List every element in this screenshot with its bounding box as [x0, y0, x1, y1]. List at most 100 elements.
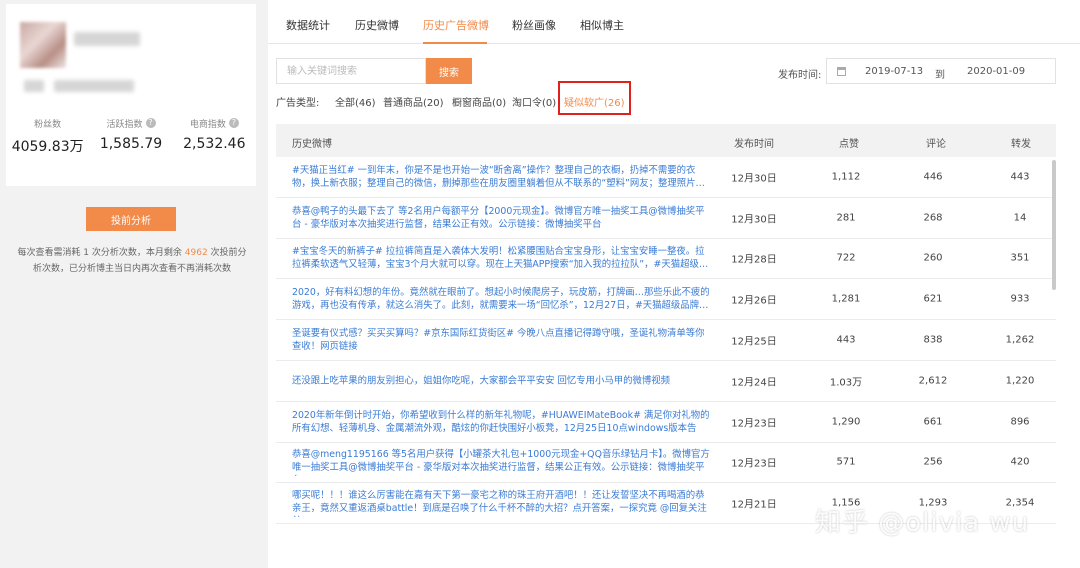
tab-data-stats[interactable]: 数据统计 [286, 17, 330, 33]
stat-label: 活跃指数 [106, 119, 143, 130]
publish-date: 12月26日 [731, 295, 777, 307]
column-header[interactable]: 转发 [1011, 135, 1031, 150]
tab-history-weibo[interactable]: 历史微博 [355, 17, 399, 33]
publish-date: 12月30日 [731, 173, 777, 185]
publish-date: 12月30日 [731, 214, 777, 226]
table-row[interactable]: 2020，好有料幻想的年份。竟然就在眼前了。想起小时候爬房子，玩皮筋，打牌画…那… [276, 279, 1056, 321]
comments-count: 621 [923, 293, 943, 305]
comments-count: 838 [923, 334, 943, 346]
likes-count: 281 [836, 212, 856, 224]
stat-value: 4059.83万 [11, 139, 84, 155]
ad-weibo-table: 历史微博 发布时间 点赞 评论 转发 #天猫正当红# 一到年末，你是不是也开始一… [276, 124, 1056, 525]
blurred-bio [24, 80, 44, 92]
weibo-text-link[interactable]: 还没跟上吃苹果的朋友别担心，姐姐你吃呢，大家都会平平安安 回忆专用小马甲的微博视… [292, 374, 712, 387]
stat-followers: 粉丝数 4059.83万 [6, 116, 89, 156]
likes-count: 722 [836, 252, 856, 264]
weibo-text-link[interactable]: #宝宝冬天的新裤子# 拉拉裤简直是入袭体大发明！松紧腰围贴合宝宝身形，让宝宝安睡… [292, 245, 712, 271]
stat-label: 粉丝数 [34, 119, 62, 130]
stat-value: 1,585.79 [99, 136, 163, 152]
column-header[interactable]: 历史微博 [292, 135, 332, 150]
reposts-count: 351 [1010, 252, 1030, 264]
calendar-icon [837, 67, 846, 76]
weibo-text-link[interactable]: 圣诞要有仪式感？买买买算吗？#京东国际红货街区# 今晚八点直播记得蹲守哦，圣诞礼… [292, 327, 712, 353]
tab-fan-profile[interactable]: 粉丝画像 [512, 17, 556, 33]
comments-count: 256 [923, 456, 943, 468]
usage-note: 每次查看需消耗 1 次分析次数，本月剩余 4962 次投前分析次数，已分析博主当… [17, 248, 247, 274]
comments-count: 446 [923, 171, 943, 183]
reposts-count: 933 [1010, 293, 1030, 305]
table-row[interactable]: 圣诞要有仪式感？买买买算吗？#京东国际红货街区# 今晚八点直播记得蹲守哦，圣诞礼… [276, 320, 1056, 361]
likes-count: 443 [836, 334, 856, 346]
table-row[interactable]: 恭喜@meng1195166 等5名用户获得【小罐茶大礼包+1000元现金+QQ… [276, 443, 1056, 484]
table-scrollbar[interactable] [1052, 160, 1056, 290]
tab-bar: 数据统计 历史微博 历史广告微博 粉丝画像 相似博主 [268, 0, 1080, 44]
stat-label: 电商指数 [189, 119, 226, 130]
filter-normal-goods[interactable]: 普通商品(20) [383, 94, 444, 109]
reposts-count: 443 [1010, 171, 1030, 183]
reposts-count: 1,262 [1005, 334, 1035, 346]
column-header[interactable]: 发布时间 [734, 135, 774, 150]
publish-date: 12月23日 [731, 418, 777, 430]
comments-count: 268 [923, 212, 943, 224]
publish-date: 12月28日 [731, 254, 777, 266]
table-row[interactable]: 恭喜@鸭子的头最下去了 等2名用户每额平分【2000元现金】。微博官方唯一抽奖工… [276, 198, 1056, 239]
date-to-label: 到 [935, 70, 945, 81]
column-header[interactable]: 评论 [926, 135, 946, 150]
likes-count: 1.03万 [829, 377, 863, 389]
search-input[interactable] [276, 58, 426, 84]
publish-date: 12月21日 [731, 499, 777, 511]
pre-analysis-button[interactable]: 投前分析 [86, 207, 176, 231]
date-from[interactable]: 2019-07-13 [865, 66, 923, 77]
zhihu-watermark: 知乎 @olivia wu [815, 508, 1030, 538]
likes-count: 1,112 [831, 171, 861, 183]
likes-count: 1,281 [831, 293, 861, 305]
weibo-text-link[interactable]: 恭喜@鸭子的头最下去了 等2名用户每额平分【2000元现金】。微博官方唯一抽奖工… [292, 205, 712, 231]
date-range-picker[interactable]: 2019-07-13 到 2020-01-09 [826, 58, 1056, 84]
tab-similar-bloggers[interactable]: 相似博主 [580, 17, 624, 33]
remaining-count: 4962 [184, 248, 208, 258]
comments-count: 661 [923, 416, 943, 428]
help-icon[interactable]: ? [228, 118, 239, 128]
filter-taobao-code[interactable]: 淘口令(0) [512, 94, 556, 109]
stat-activity: 活跃指数? 1,585.79 [89, 116, 172, 156]
reposts-count: 420 [1010, 456, 1030, 468]
tab-history-ad-weibo[interactable]: 历史广告微博 [423, 17, 489, 33]
date-filter-label: 发布时间: [778, 70, 822, 81]
active-tab-indicator [423, 42, 487, 44]
weibo-text-link[interactable]: 2020，好有料幻想的年份。竟然就在眼前了。想起小时候爬房子，玩皮筋，打牌画…那… [292, 286, 712, 312]
weibo-text-link[interactable]: 2020年新年倒计时开始，你希望收到什么样的新年礼物呢，#HUAWEIMateB… [292, 409, 712, 435]
weibo-text-link[interactable]: #天猫正当红# 一到年末，你是不是也开始一波“断舍离”操作？整理自己的衣橱，扔掉… [292, 164, 712, 190]
highlight-box [558, 81, 631, 115]
table-header: 历史微博 发布时间 点赞 评论 转发 [276, 124, 1056, 157]
column-header[interactable]: 点赞 [839, 135, 859, 150]
reposts-count: 1,220 [1005, 375, 1035, 387]
filter-all[interactable]: 全部(46) [335, 94, 376, 109]
date-to[interactable]: 2020-01-09 [967, 66, 1025, 77]
comments-count: 260 [923, 252, 943, 264]
table-row[interactable]: #天猫正当红# 一到年末，你是不是也开始一波“断舍离”操作？整理自己的衣橱，扔掉… [276, 157, 1056, 198]
avatar [20, 22, 66, 68]
weibo-text-link[interactable]: 哪买呢！！！谁这么厉害能在嘉有天下第一豪宅之称的珠王府开酒吧！！还让发誓坚决不再… [292, 489, 712, 517]
table-row[interactable]: #宝宝冬天的新裤子# 拉拉裤简直是入袭体大发明！松紧腰围贴合宝宝身形，让宝宝安睡… [276, 239, 1056, 280]
help-icon[interactable]: ? [145, 118, 156, 128]
blurred-bio [54, 80, 134, 92]
reposts-count: 14 [1013, 212, 1027, 224]
main-panel: 数据统计 历史微博 历史广告微博 粉丝画像 相似博主 搜索 发布时间: 2019… [268, 0, 1080, 568]
profile-card: 粉丝数 4059.83万 活跃指数? 1,585.79 电商指数? 2,532.… [6, 4, 256, 186]
filter-showcase-goods[interactable]: 橱窗商品(0) [452, 94, 506, 109]
table-row[interactable]: 2020年新年倒计时开始，你希望收到什么样的新年礼物呢，#HUAWEIMateB… [276, 402, 1056, 443]
likes-count: 571 [836, 456, 856, 468]
stat-ecommerce: 电商指数? 2,532.46 [173, 116, 256, 156]
publish-date: 12月23日 [731, 458, 777, 470]
blurred-username [74, 32, 140, 46]
table-row[interactable]: 还没跟上吃苹果的朋友别担心，姐姐你吃呢，大家都会平平安安 回忆专用小马甲的微博视… [276, 361, 1056, 402]
ad-type-label: 广告类型: [276, 98, 320, 109]
search-button[interactable]: 搜索 [426, 58, 472, 84]
stat-value: 2,532.46 [183, 136, 246, 152]
stats-row: 粉丝数 4059.83万 活跃指数? 1,585.79 电商指数? 2,532.… [6, 116, 256, 156]
comments-count: 2,612 [918, 375, 948, 387]
weibo-text-link[interactable]: 恭喜@meng1195166 等5名用户获得【小罐茶大礼包+1000元现金+QQ… [292, 448, 712, 476]
publish-date: 12月25日 [731, 336, 777, 348]
likes-count: 1,290 [831, 416, 861, 428]
reposts-count: 896 [1010, 416, 1030, 428]
